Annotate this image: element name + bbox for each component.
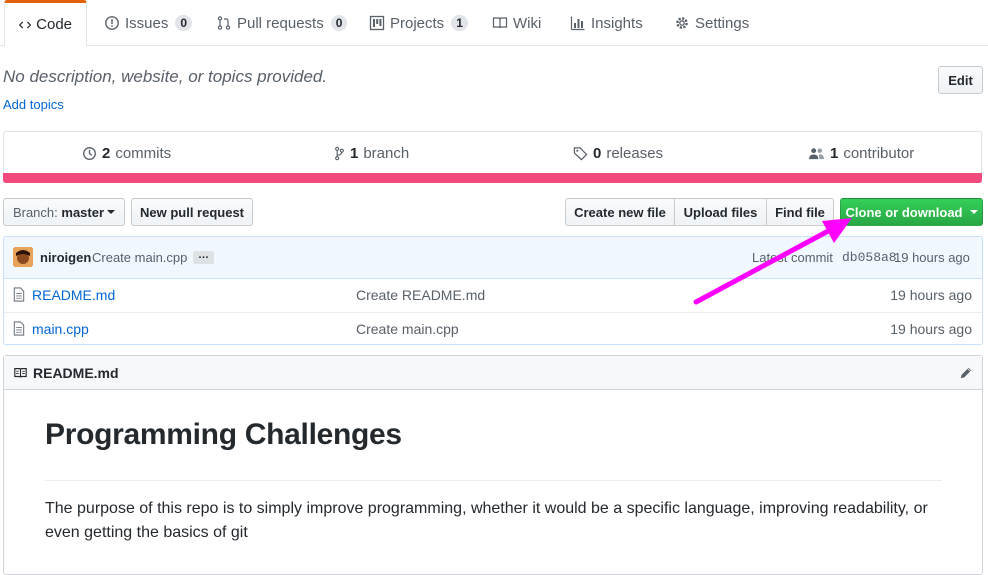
project-icon	[369, 15, 385, 31]
file-icon	[13, 321, 25, 336]
commits-stat[interactable]: 2 commits	[82, 145, 171, 162]
commits-label: commits	[115, 145, 172, 162]
issue-icon	[105, 16, 119, 30]
tab-issues-label: Issues	[125, 14, 169, 32]
readme-filename: README.md	[33, 365, 119, 381]
file-name[interactable]: main.cpp	[32, 321, 89, 337]
history-icon	[83, 147, 96, 160]
avatar[interactable]	[13, 247, 33, 267]
repo-description: No description, website, or topics provi…	[3, 67, 328, 86]
edit-button[interactable]: Edit	[938, 66, 983, 94]
chevron-down-icon	[107, 210, 116, 214]
pull-request-icon	[217, 16, 231, 30]
branch-prefix: Branch:	[12, 204, 58, 220]
commits-count: 2	[102, 145, 111, 162]
repo-nav-tabs: Code Issues 0 Pull requests 0 Projects 1…	[0, 0, 988, 47]
branch-stat[interactable]: 1 branch	[334, 145, 409, 162]
book-icon	[14, 368, 27, 378]
people-icon	[809, 148, 824, 160]
contributor-label: contributor	[843, 145, 915, 162]
file-name[interactable]: README.md	[32, 287, 115, 303]
branch-label: branch	[363, 145, 410, 162]
branch-select-button[interactable]: Branch: master	[3, 198, 125, 226]
commit-age: 19 hours ago	[894, 250, 970, 265]
tab-wiki[interactable]: Wiki	[478, 0, 555, 46]
new-pull-request-button[interactable]: New pull request	[131, 198, 253, 226]
readme-heading: Programming Challenges	[45, 418, 402, 451]
issues-counter: 0	[175, 15, 193, 31]
commit-sha[interactable]: db058a8	[842, 250, 897, 265]
file-icon	[13, 287, 25, 302]
code-icon	[19, 21, 32, 28]
tab-issues[interactable]: Issues 0	[90, 0, 206, 46]
find-file-button[interactable]: Find file	[766, 198, 834, 226]
chevron-down-icon	[969, 210, 978, 214]
branch-name: master	[61, 204, 105, 220]
tab-insights[interactable]: Insights	[556, 0, 657, 46]
releases-label: releases	[606, 145, 664, 162]
commit-tease: niroigen Create main.cpp … Latest commit…	[4, 237, 982, 279]
upload-files-button[interactable]: Upload files	[674, 198, 767, 226]
commit-author[interactable]: niroigen	[40, 250, 91, 265]
tab-wiki-label: Wiki	[513, 14, 542, 32]
file-age: 19 hours ago	[890, 287, 972, 303]
create-new-file-button[interactable]: Create new file	[565, 198, 675, 226]
expand-commit-button[interactable]: …	[193, 250, 214, 264]
pencil-icon[interactable]	[959, 366, 973, 380]
readme-body: The purpose of this repo is to simply im…	[45, 500, 928, 541]
graph-icon	[570, 16, 585, 31]
gear-icon	[676, 17, 688, 29]
tab-insights-label: Insights	[591, 14, 643, 32]
file-row-readme[interactable]: README.md Create README.md 19 hours ago	[4, 279, 982, 312]
file-age: 19 hours ago	[890, 321, 972, 337]
tab-pull-requests[interactable]: Pull requests 0	[202, 0, 361, 46]
contributor-count: 1	[830, 145, 839, 162]
contributors-stat[interactable]: 1 contributor	[808, 145, 914, 162]
tab-pull-requests-label: Pull requests	[237, 14, 324, 32]
commit-message[interactable]: Create main.cpp	[92, 250, 187, 265]
language-bar[interactable]	[3, 173, 982, 183]
readme-divider	[45, 480, 942, 481]
add-topics-link[interactable]: Add topics	[3, 97, 64, 112]
releases-count: 0	[593, 145, 602, 162]
projects-counter: 1	[451, 15, 468, 31]
tag-icon	[573, 147, 588, 161]
avatar-image	[13, 247, 33, 267]
tab-settings[interactable]: Settings	[660, 0, 763, 46]
tab-code[interactable]: Code	[4, 0, 87, 47]
pull-requests-counter: 0	[330, 15, 348, 31]
branch-icon	[335, 146, 344, 161]
tab-settings-label: Settings	[695, 14, 750, 32]
book-icon	[492, 17, 508, 29]
branch-count: 1	[350, 145, 359, 162]
latest-commit-label: Latest commit	[752, 250, 833, 265]
clone-label: Clone or download	[845, 204, 963, 220]
tab-projects-label: Projects	[390, 14, 445, 32]
file-row-main-cpp[interactable]: main.cpp Create main.cpp 19 hours ago	[4, 312, 982, 344]
releases-stat[interactable]: 0 releases	[573, 145, 663, 162]
tab-code-label: Code	[36, 16, 72, 33]
readme-header: README.md	[4, 356, 982, 390]
readme-panel: README.md Programming Challenges The pur…	[3, 355, 983, 575]
file-commit-message[interactable]: Create main.cpp	[356, 321, 459, 337]
tab-projects[interactable]: Projects 1	[355, 0, 482, 46]
clone-or-download-button[interactable]: Clone or download	[840, 198, 983, 226]
file-list: niroigen Create main.cpp … Latest commit…	[3, 236, 983, 345]
file-commit-message[interactable]: Create README.md	[356, 287, 485, 303]
